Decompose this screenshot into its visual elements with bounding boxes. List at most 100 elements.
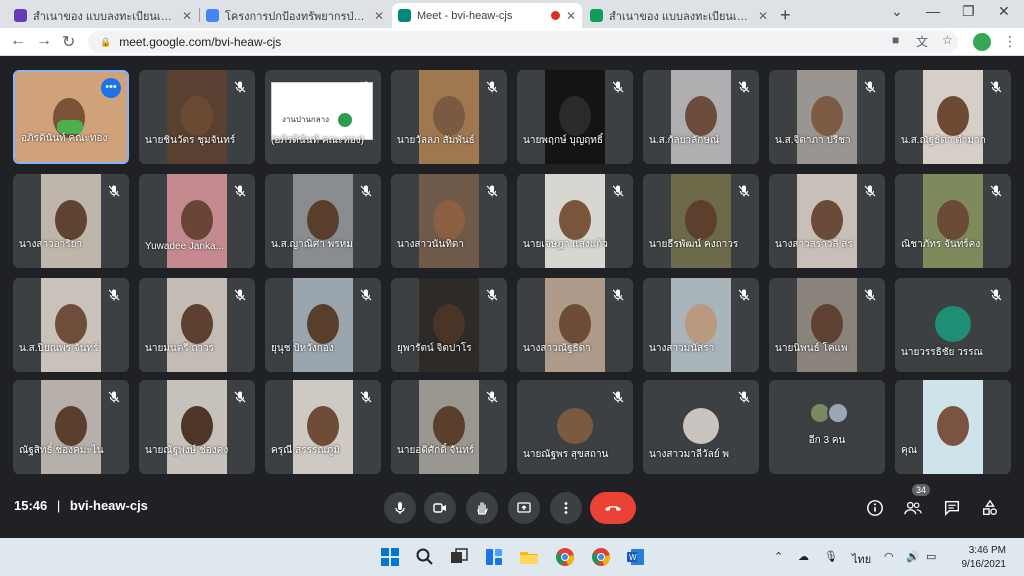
browser-tab[interactable]: สำเนาของ แบบลงทะเบียนเข้าร่วมกิจกรรม ✕ bbox=[8, 3, 198, 28]
participant-tile[interactable]: น.ส.กัลยาลักษณ์ bbox=[643, 70, 759, 164]
participant-face bbox=[937, 406, 969, 446]
address-bar[interactable]: 🔒 meet.google.com/bvi-heaw-cjs bbox=[88, 31, 958, 53]
participant-tile[interactable]: นางสาวณัฐธิดา bbox=[517, 278, 633, 372]
close-tab-icon[interactable]: ✕ bbox=[182, 9, 192, 23]
participant-tile[interactable]: นายธีรพัฒน์ คงถาวร bbox=[643, 174, 759, 268]
bookmark-star-icon[interactable]: ☆ bbox=[942, 33, 953, 47]
browser-tab[interactable]: โครงการปกป้องทรัพยากรป่าลดเหียนต่อ ✕ bbox=[200, 3, 390, 28]
participant-tile[interactable]: นางสาวสราวลี สร bbox=[769, 174, 885, 268]
participant-tile[interactable]: นายเจษฎา แสงแก้ว bbox=[517, 174, 633, 268]
meeting-details-button[interactable] bbox=[863, 496, 887, 520]
participant-tile[interactable]: นายวัลลภ สัมพันธ์ bbox=[391, 70, 507, 164]
muted-microphone-icon bbox=[738, 185, 750, 197]
participant-tile[interactable]: ยุพารัตน์ จิตปาโร bbox=[391, 278, 507, 372]
chat-button[interactable] bbox=[940, 496, 964, 520]
browser-tab-bar: สำเนาของ แบบลงทะเบียนเข้าร่วมกิจกรรม✕โคร… bbox=[0, 0, 1024, 28]
onedrive-icon[interactable]: ☁ bbox=[798, 550, 809, 563]
participant-tile[interactable]: ณัฐสิทธิ์ ช่องคมะไน bbox=[13, 380, 129, 474]
camera-button[interactable] bbox=[424, 492, 456, 524]
video-feed bbox=[419, 70, 479, 164]
participant-tile[interactable]: นายณัฐพร สุขสถาน bbox=[517, 380, 633, 474]
participant-tile[interactable]: นายมนตรี ถาวร bbox=[139, 278, 255, 372]
file-explorer-icon[interactable] bbox=[519, 547, 539, 567]
participant-name: นายณัฐพงษ์ ช่องคง bbox=[145, 445, 229, 456]
participant-tile[interactable]: อภิรดินันท์ คณะทอง ••• bbox=[13, 70, 129, 164]
close-window-icon[interactable]: ✕ bbox=[998, 3, 1010, 20]
participant-tile[interactable]: นายชินวัตร ชุมจันทร์ bbox=[139, 70, 255, 164]
participant-tile[interactable]: นางสาวมาลีวัลย์ พ bbox=[643, 380, 759, 474]
participant-face bbox=[55, 200, 87, 240]
meeting-info: 15:46 | bvi-heaw-cjs bbox=[14, 498, 148, 513]
close-tab-icon[interactable]: ✕ bbox=[374, 9, 384, 23]
input-language[interactable]: ไทย bbox=[852, 550, 871, 568]
chrome-icon[interactable] bbox=[555, 547, 575, 567]
participant-name: น.ส.ญาณิศา พรหม bbox=[271, 239, 353, 250]
task-view-icon[interactable] bbox=[449, 547, 469, 567]
activities-button[interactable] bbox=[978, 496, 1002, 520]
microphone-button[interactable] bbox=[384, 492, 416, 524]
participant-name: นายชินวัตร ชุมจันทร์ bbox=[145, 135, 236, 146]
present-screen-button[interactable] bbox=[508, 492, 540, 524]
search-icon[interactable] bbox=[415, 547, 435, 567]
participant-face bbox=[559, 304, 591, 344]
more-options-button[interactable] bbox=[550, 492, 582, 524]
muted-microphone-icon bbox=[108, 185, 120, 197]
participant-tile[interactable]: นางสาวนันทิดา bbox=[391, 174, 507, 268]
volume-icon[interactable]: 🔊 bbox=[906, 550, 920, 563]
microphone-tray-icon[interactable]: 🎙 bbox=[824, 550, 838, 563]
participant-tile[interactable]: น.ส.ปิยณพร จันทร์ bbox=[13, 278, 129, 372]
battery-icon[interactable]: ▭ bbox=[926, 550, 936, 563]
back-arrow-icon[interactable]: ← bbox=[10, 32, 26, 50]
participant-tile[interactable]: นายณัฐพงษ์ ช่องคง bbox=[139, 380, 255, 474]
chrome-profile-icon[interactable] bbox=[591, 547, 611, 567]
participant-face bbox=[181, 406, 213, 446]
participant-tile[interactable]: ครุณี สรรรณภูมิ bbox=[265, 380, 381, 474]
participant-tile[interactable]: น.ส.ญาณิศา พรหม bbox=[265, 174, 381, 268]
leave-call-button[interactable] bbox=[590, 492, 636, 524]
participant-tile[interactable]: นายวรรธิชัย วรรณ bbox=[895, 278, 1011, 372]
participant-tile[interactable]: นางสาวอาริยา bbox=[13, 174, 129, 268]
restore-icon[interactable]: ❐ bbox=[962, 3, 975, 20]
widgets-icon[interactable] bbox=[484, 547, 504, 567]
browser-menu-icon[interactable]: ⋮ bbox=[1003, 33, 1017, 50]
participant-tile[interactable]: อีก 3 คน bbox=[769, 380, 885, 474]
translate-icon[interactable]: 文 bbox=[916, 33, 928, 50]
minimize-icon[interactable]: — bbox=[926, 3, 940, 19]
participant-tile[interactable]: นายพฤกษ์ บุญฤทธิ์ bbox=[517, 70, 633, 164]
close-tab-icon[interactable]: ✕ bbox=[758, 9, 768, 23]
camera-permission-icon[interactable]: ■ bbox=[892, 33, 899, 47]
tab-search-icon[interactable]: ⌄ bbox=[891, 3, 903, 20]
chevron-up-icon[interactable]: ⌃ bbox=[774, 550, 783, 563]
shapes-icon bbox=[983, 499, 997, 515]
forward-arrow-icon[interactable]: → bbox=[36, 32, 52, 50]
profile-avatar[interactable] bbox=[973, 33, 991, 51]
participant-tile[interactable]: นายนิพนธ์ โคแพ bbox=[769, 278, 885, 372]
tile-more-options-icon[interactable]: ••• bbox=[101, 78, 121, 98]
new-tab-button[interactable]: + bbox=[780, 5, 791, 26]
video-feed bbox=[419, 174, 479, 268]
muted-microphone-icon bbox=[108, 289, 120, 301]
participant-tile[interactable]: งานปานกลาง (อภิรดินันท์ คณะทอง) bbox=[265, 70, 381, 164]
participant-name: น.ส.ณัฐธิดา ดำมาก bbox=[901, 135, 986, 146]
participant-face bbox=[937, 200, 969, 240]
raise-hand-button[interactable] bbox=[466, 492, 498, 524]
reload-icon[interactable]: ↻ bbox=[62, 32, 75, 52]
participant-tile[interactable]: Yuwadee Janka... bbox=[139, 174, 255, 268]
close-tab-icon[interactable]: ✕ bbox=[566, 9, 576, 23]
taskbar-clock[interactable]: 3:46 PM 9/16/2021 bbox=[950, 544, 1007, 572]
tab-title: โครงการปกป้องทรัพยากรป่าลดเหียนต่อ bbox=[225, 10, 368, 23]
browser-tab[interactable]: Meet - bvi-heaw-cjs ✕ bbox=[392, 3, 582, 28]
participants-button[interactable] bbox=[901, 496, 925, 520]
participant-tile[interactable]: ยุนุช บิหวังกอง bbox=[265, 278, 381, 372]
participant-tile[interactable]: นางสาวมนัสรา bbox=[643, 278, 759, 372]
word-icon[interactable]: W bbox=[626, 547, 646, 567]
windows-start-icon[interactable] bbox=[380, 547, 400, 567]
participant-tile[interactable]: นายอดิศักดิ์ จันทร์ bbox=[391, 380, 507, 474]
info-icon bbox=[867, 500, 883, 516]
participant-tile[interactable]: คุณ bbox=[895, 380, 1011, 474]
participant-tile[interactable]: น.ส.จิดาภา ปรีชา bbox=[769, 70, 885, 164]
wifi-icon[interactable]: ◠ bbox=[884, 550, 894, 563]
participant-tile[interactable]: น.ส.ณัฐธิดา ดำมาก bbox=[895, 70, 1011, 164]
participant-tile[interactable]: ณิชาภัทร จันทร์คง bbox=[895, 174, 1011, 268]
browser-tab[interactable]: สำเนาของ แบบลงทะเบียนเข้าร่วมกิจกรรม ✕ bbox=[584, 3, 774, 28]
